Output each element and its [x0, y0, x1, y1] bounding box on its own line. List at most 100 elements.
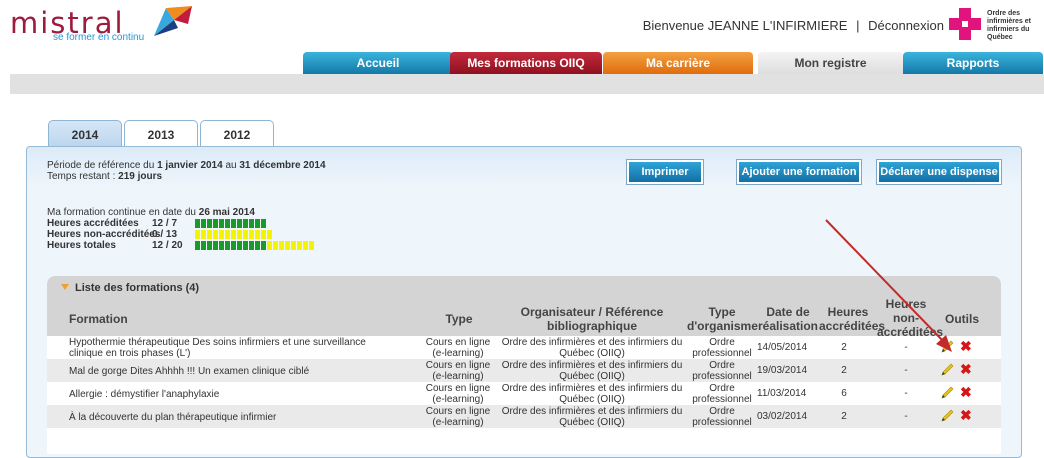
- cell-date: 03/02/2014: [757, 411, 808, 422]
- cell-type-organisme: Ordre professionnel: [692, 360, 752, 382]
- progress-segment: [207, 241, 212, 250]
- print-button[interactable]: Imprimer: [626, 159, 704, 185]
- cell-type: Cours en ligne (e-learning): [425, 360, 491, 382]
- welcome-separator: |: [856, 18, 860, 33]
- mistral-logo[interactable]: mistral se former en continu: [10, 6, 192, 46]
- progress-segment: [261, 241, 266, 250]
- wind-arrow-logo-icon: [154, 6, 192, 36]
- nav-tab-mon-registre[interactable]: Mon registre: [758, 52, 903, 74]
- table-row: Allergie : démystifier l'anaphylaxie Cour…: [47, 382, 1001, 405]
- nav-tab-rapports[interactable]: Rapports: [903, 52, 1043, 74]
- progress-segment: [213, 230, 218, 239]
- row-tools: ✖: [940, 385, 980, 400]
- cell-heures: 2: [841, 365, 847, 376]
- delete-x-icon[interactable]: ✖: [960, 408, 972, 422]
- oiiq-logo[interactable]: Ordre des infirmières et infirmiers du Q…: [943, 6, 1038, 42]
- progress-segment: [213, 241, 218, 250]
- col-outils: Outils: [944, 312, 979, 326]
- progress-segment: [267, 230, 272, 239]
- status-row-accredited: Heures accréditées 12 / 7: [47, 218, 266, 229]
- formations-list: Liste des formations (4) Formation Type …: [47, 276, 1001, 454]
- progress-segment: [225, 230, 230, 239]
- progress-segment: [207, 219, 212, 228]
- progress-segment: [231, 219, 236, 228]
- col-heures-accreditees: Heures accréditées: [819, 305, 886, 333]
- cell-organisateur: Ordre des infirmières et des infirmiers …: [501, 360, 683, 382]
- cell-heures-non: -: [904, 388, 908, 399]
- period-middle: au: [225, 160, 237, 171]
- oiiq-cross-icon: [949, 8, 981, 40]
- declare-exemption-button[interactable]: Déclarer une dispense: [876, 159, 1002, 185]
- progress-segment: [261, 230, 266, 239]
- cell-organisateur: Ordre des infirmières et des infirmiers …: [501, 406, 683, 428]
- progress-segment: [309, 241, 314, 250]
- year-tab-2013[interactable]: 2013: [124, 120, 198, 147]
- period-info: Période de référence du 1 janvier 2014 a…: [47, 160, 326, 182]
- row-tools: ✖: [940, 408, 980, 423]
- progress-segment: [237, 230, 242, 239]
- progress-segment: [225, 219, 230, 228]
- year-tab-2014[interactable]: 2014: [48, 120, 122, 147]
- progress-segment: [195, 219, 200, 228]
- progress-segment: [243, 241, 248, 250]
- nav-tab-accueil[interactable]: Accueil: [303, 52, 453, 74]
- table-row: Mal de gorge Dites Ahhhh !!! Un examen c…: [47, 359, 1001, 382]
- period-start: 1 janvier 2014: [157, 160, 223, 171]
- cell-organisateur: Ordre des infirmières et des infirmiers …: [501, 383, 683, 405]
- year-tab-2012[interactable]: 2012: [200, 120, 274, 147]
- period-end: 31 décembre 2014: [239, 160, 326, 171]
- period-prefix: Période de référence du: [47, 160, 155, 171]
- add-formation-button[interactable]: Ajouter une formation: [736, 159, 862, 185]
- status-row-total: Heures totales 12 / 20: [47, 240, 314, 251]
- col-date: Date de réalisation: [757, 305, 819, 333]
- pencil-icon[interactable]: [940, 340, 954, 354]
- list-title[interactable]: Liste des formations (4): [61, 282, 199, 294]
- pencil-icon[interactable]: [940, 363, 954, 377]
- period-line: Période de référence du 1 janvier 2014 a…: [47, 160, 326, 171]
- progress-segment: [219, 219, 224, 228]
- progress-segment: [255, 230, 260, 239]
- delete-x-icon[interactable]: ✖: [960, 385, 972, 399]
- progress-bar: [195, 219, 266, 228]
- status-date-prefix: Ma formation continue en date du: [47, 207, 196, 218]
- cell-type: Cours en ligne (e-learning): [425, 383, 491, 405]
- progress-segment: [219, 241, 224, 250]
- cell-date: 19/03/2014: [757, 365, 808, 376]
- progress-segment: [231, 230, 236, 239]
- progress-segment: [243, 230, 248, 239]
- remaining-line: Temps restant : 219 jours: [47, 171, 326, 182]
- delete-x-icon[interactable]: ✖: [960, 362, 972, 376]
- nav-subbar: [10, 74, 1044, 94]
- progress-segment: [291, 241, 296, 250]
- collapse-triangle-icon[interactable]: [61, 284, 69, 290]
- row-tools: ✖: [940, 362, 980, 377]
- logout-link[interactable]: Déconnexion: [868, 18, 944, 33]
- progress-segment: [279, 241, 284, 250]
- progress-segment: [249, 219, 254, 228]
- cell-type-organisme: Ordre professionnel: [692, 383, 752, 405]
- pencil-icon[interactable]: [940, 409, 954, 423]
- list-header: Liste des formations (4) Formation Type …: [47, 276, 1001, 339]
- progress-segment: [261, 219, 266, 228]
- training-status: Ma formation continue en date du 26 mai …: [47, 207, 314, 251]
- progress-segment: [195, 241, 200, 250]
- progress-segment: [201, 241, 206, 250]
- status-date-line: Ma formation continue en date du 26 mai …: [47, 207, 255, 218]
- table-row: À la découverte du plan thérapeutique in…: [47, 405, 1001, 428]
- status-date: 26 mai 2014: [198, 207, 255, 218]
- cell-type-organisme: Ordre professionnel: [692, 337, 752, 359]
- progress-segment: [273, 241, 278, 250]
- pencil-icon[interactable]: [940, 386, 954, 400]
- progress-segment: [267, 241, 272, 250]
- delete-x-icon[interactable]: ✖: [960, 339, 972, 353]
- cell-organisateur: Ordre des infirmières et des infirmiers …: [501, 337, 683, 359]
- cell-heures-non: -: [904, 411, 908, 422]
- nav-tab-mes-formations[interactable]: Mes formations OIIQ: [450, 52, 602, 74]
- table-row: Hypothermie thérapeutique Des soins infi…: [47, 336, 1001, 359]
- progress-segment: [213, 219, 218, 228]
- row-tools: ✖: [940, 339, 980, 354]
- cell-type: Cours en ligne (e-learning): [425, 337, 491, 359]
- status-label: Heures non-accréditées: [47, 229, 161, 240]
- col-type: Type: [445, 312, 473, 326]
- nav-tab-ma-carriere[interactable]: Ma carrière: [603, 52, 753, 74]
